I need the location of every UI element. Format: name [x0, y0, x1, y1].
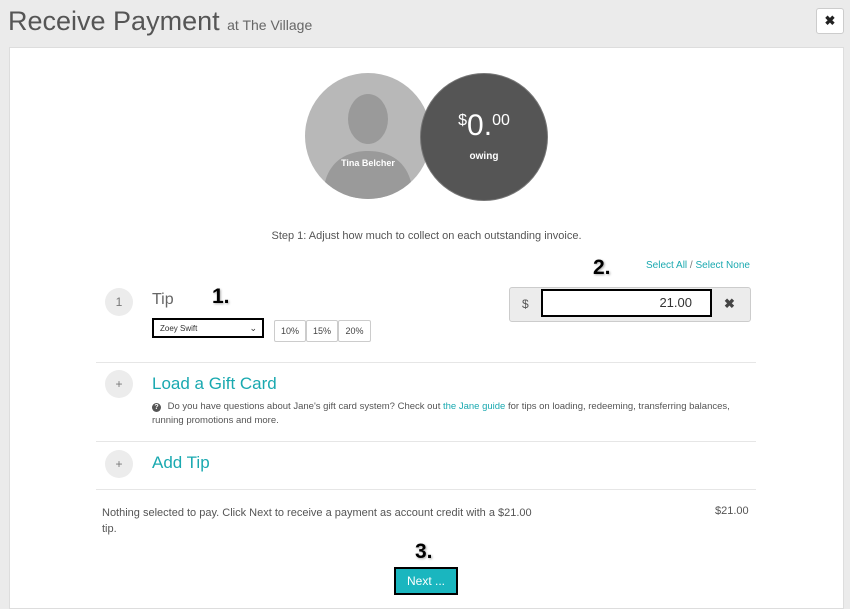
select-all-link[interactable]: Select All — [646, 260, 687, 271]
tip-10-button[interactable]: 10% — [274, 320, 306, 342]
jane-guide-link[interactable]: the Jane guide — [443, 401, 505, 412]
times-icon: ✖ — [724, 296, 735, 311]
gift-card-title[interactable]: Load a Gift Card — [152, 374, 277, 394]
tip-15-button[interactable]: 15% — [306, 320, 338, 342]
next-button[interactable]: Next ... — [394, 567, 458, 595]
tip-row-number[interactable]: 1 — [105, 288, 133, 316]
divider — [96, 489, 756, 490]
title-text: Receive Payment — [8, 6, 220, 36]
add-tip-expand-button[interactable]: + — [105, 450, 133, 478]
select-links: Select All / Select None — [646, 260, 750, 271]
currency-symbol: $ — [522, 297, 529, 311]
divider — [96, 441, 756, 442]
payment-panel: Tina Belcher $0.00 owing Step 1: Adjust … — [9, 47, 844, 609]
close-icon: ✖ — [824, 13, 836, 28]
payment-summary: Nothing selected to pay. Click Next to r… — [102, 507, 532, 535]
tip-row-label: Tip — [152, 291, 174, 308]
tip-amount-input[interactable]: 21.00 — [541, 289, 712, 317]
gift-card-expand-button[interactable]: + — [105, 370, 133, 398]
select-none-link[interactable]: Select None — [695, 260, 749, 271]
chevron-down-icon: ⌄ — [249, 323, 257, 333]
tip-20-button[interactable]: 20% — [338, 320, 371, 342]
tip-amount-group: $ 21.00 ✖ — [509, 287, 751, 322]
step1-instructions: Step 1: Adjust how much to collect on ea… — [271, 230, 582, 242]
owing-circle: $0.00 owing — [420, 73, 548, 201]
gift-card-info: ? Do you have questions about Jane's gif… — [152, 401, 730, 426]
owing-label: owing — [469, 151, 499, 162]
owing-amount: $0.00 — [458, 109, 510, 142]
clear-amount-button[interactable]: ✖ — [724, 296, 735, 312]
person-silhouette-icon — [323, 94, 413, 199]
annotation-2: 2. — [593, 256, 611, 279]
divider — [96, 362, 756, 363]
annotation-1: 1. — [212, 285, 230, 308]
page-title: Receive Payment at The Village — [8, 6, 312, 37]
patient-avatar: Tina Belcher — [305, 73, 431, 199]
close-button[interactable]: ✖ — [816, 8, 844, 34]
patient-name: Tina Belcher — [341, 158, 395, 168]
location-subtitle: at The Village — [227, 17, 313, 33]
staff-select[interactable]: Zoey Swift ⌄ — [152, 318, 264, 338]
add-tip-title[interactable]: Add Tip — [152, 453, 210, 473]
annotation-3: 3. — [415, 540, 433, 563]
payment-total: $21.00 — [715, 505, 749, 517]
question-circle-icon: ? — [152, 403, 161, 412]
